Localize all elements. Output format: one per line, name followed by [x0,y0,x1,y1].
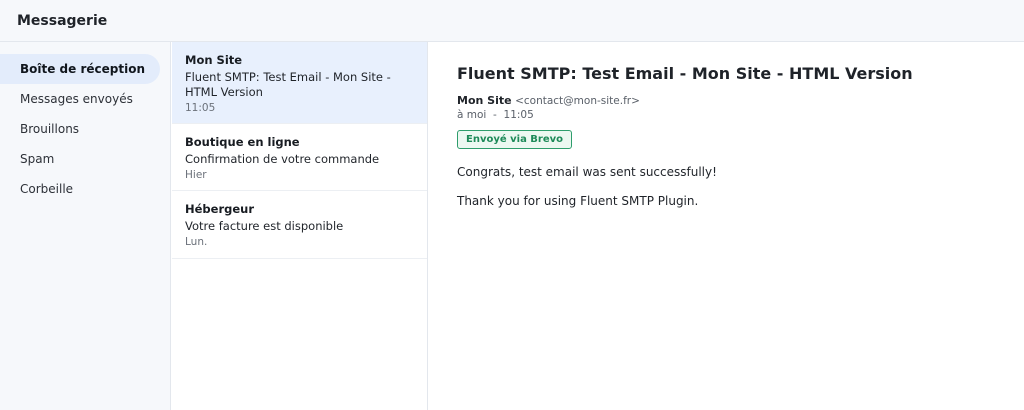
message-subject: Votre facture est disponible [185,219,344,233]
reading-pane: Fluent SMTP: Test Email - Mon Site - HTM… [429,42,1024,410]
sidebar-item-drafts[interactable]: Brouillons [0,114,160,144]
body-paragraph: Congrats, test email was sent successful… [457,165,717,179]
message-sender: Boutique en ligne [185,135,300,149]
sidebar-item-spam[interactable]: Spam [0,144,160,174]
message-sender: Mon Site [185,53,243,67]
message-list-item[interactable]: Mon Site Fluent SMTP: Test Email - Mon S… [172,42,427,124]
email-time: 11:05 [503,109,534,121]
app-header: Messagerie [0,0,1024,42]
sidebar-item-inbox[interactable]: Boîte de réception [0,54,160,84]
message-date: Lun. [185,236,208,248]
message-list-item[interactable]: Boutique en ligne Confirmation de votre … [172,124,427,191]
meta-separator: - [493,109,497,121]
message-subject: Fluent SMTP: Test Email - Mon Site - HTM… [185,70,391,99]
message-list-item[interactable]: Hébergeur Votre facture est disponible L… [172,191,427,259]
message-list: Mon Site Fluent SMTP: Test Email - Mon S… [172,42,428,410]
body-paragraph: Thank you for using Fluent SMTP Plugin. [457,194,699,208]
email-subject: Fluent SMTP: Test Email - Mon Site - HTM… [457,64,913,83]
email-body: Congrats, test email was sent successful… [457,164,996,209]
app-title: Messagerie [17,12,108,29]
sidebar-item-sent[interactable]: Messages envoyés [0,84,160,114]
sidebar-item-trash[interactable]: Corbeille [0,174,160,204]
message-date: Hier [185,169,207,181]
sender-name[interactable]: Mon Site [457,94,512,107]
recipient-label: à moi [457,109,487,121]
folder-sidebar: Boîte de réception Messages envoyés Brou… [0,42,171,410]
message-subject: Confirmation de votre commande [185,152,380,166]
sender-email[interactable]: <contact@mon-site.fr> [515,95,640,107]
email-meta: à moi - 11:05 [457,109,996,122]
delivery-badge: Envoyé via Brevo [457,130,573,149]
message-sender: Hébergeur [185,202,255,216]
email-from: Mon Site <contact@mon-site.fr> [457,94,996,108]
message-date: 11:05 [185,102,216,114]
mail-app: Messagerie Boîte de réception Messages e… [0,0,1024,410]
